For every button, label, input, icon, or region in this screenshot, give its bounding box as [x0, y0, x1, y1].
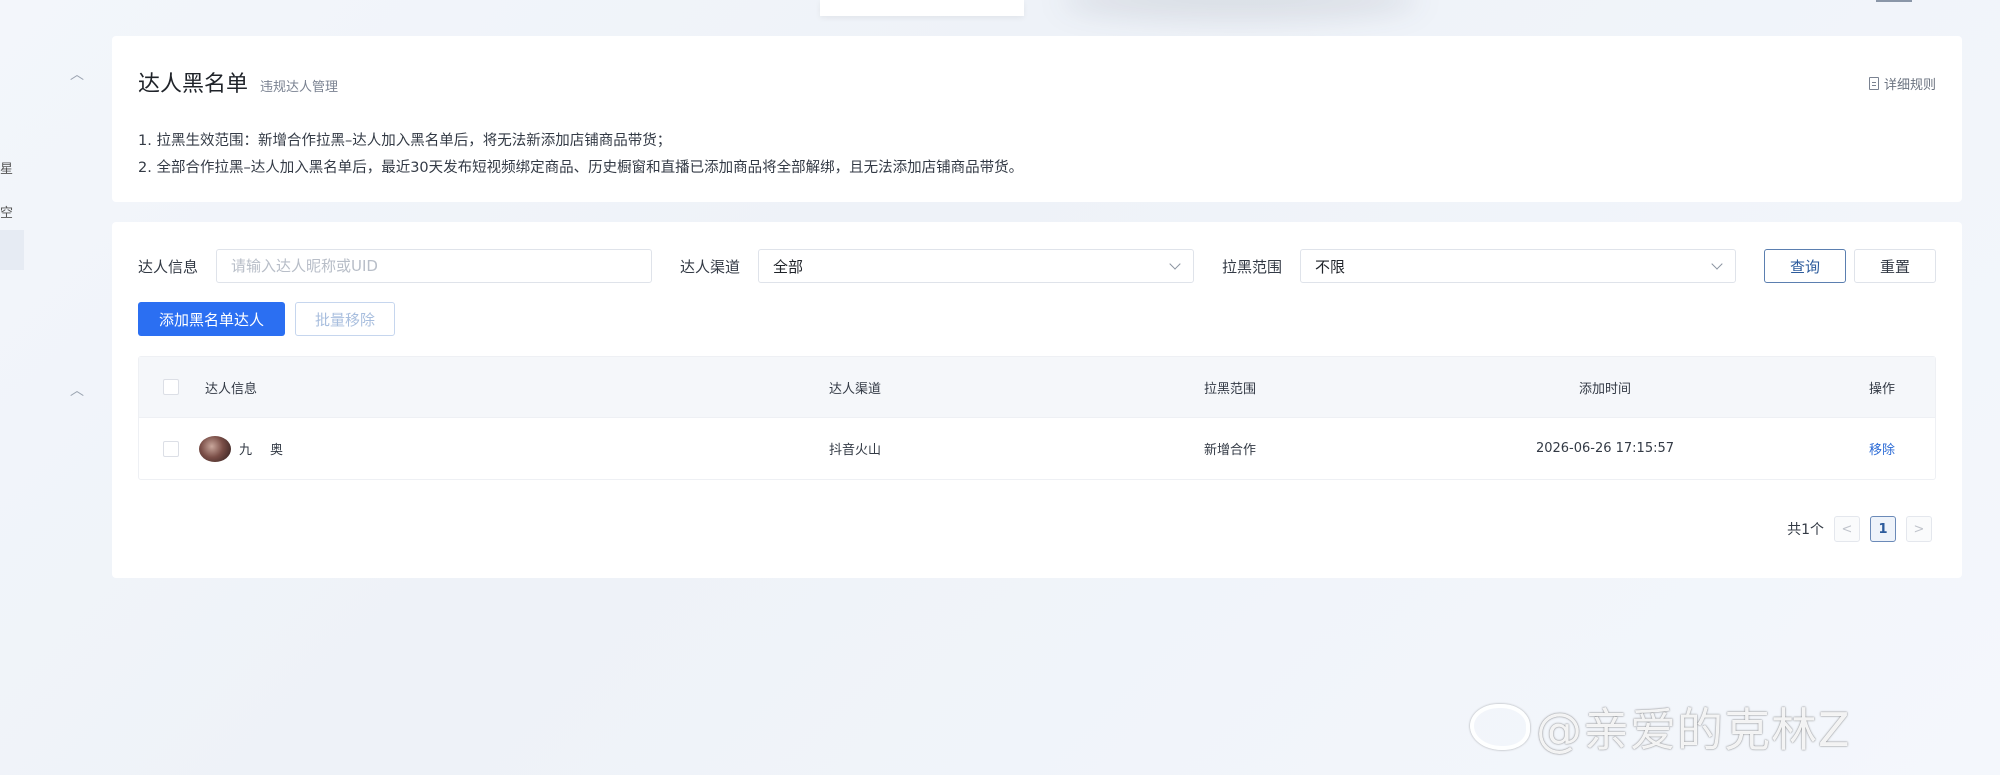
- notice-line-1: 1. 拉黑生效范围：新增合作拉黑–达人加入黑名单后，将无法新添加店铺商品带货；: [138, 133, 672, 149]
- row-name-part1: 九: [239, 443, 253, 458]
- add-blacklist-button[interactable]: 添加黑名单达人: [138, 302, 285, 336]
- chevron-right-icon[interactable]: >: [1906, 516, 1932, 542]
- row-info-cell: 九 奥: [199, 435, 665, 462]
- watermark: @亲爱的克林Z: [1470, 694, 1851, 760]
- notice-text: 1. 拉黑生效范围：新增合作拉黑–达人加入黑名单后，将无法新添加店铺商品带货； …: [138, 128, 1023, 182]
- page-title: 达人黑名单: [138, 72, 249, 97]
- column-header-info: 达人信息: [205, 381, 258, 397]
- sidebar-active-indicator: [0, 230, 24, 270]
- batch-remove-button[interactable]: 批量移除: [295, 302, 395, 336]
- rules-link[interactable]: 详细规则: [1868, 74, 1936, 93]
- chevron-left-icon[interactable]: <: [1834, 516, 1860, 542]
- table-row: 九 奥 抖音火山 新增合作 2026-06-26 17:15:57 移除: [139, 417, 1935, 479]
- header-card: 达人黑名单 违规达人管理 详细规则 1. 拉黑生效范围：新增合作拉黑–达人加入黑…: [112, 36, 1962, 202]
- chevron-up-icon[interactable]: ︿: [70, 68, 84, 82]
- chevron-down-icon: [1711, 258, 1723, 270]
- row-scope: 新增合作: [1203, 443, 1256, 458]
- select-all-checkbox[interactable]: [163, 379, 179, 395]
- watermark-text: @亲爱的克林Z: [1536, 703, 1851, 757]
- notice-line-2: 2. 全部合作拉黑–达人加入黑名单后，最近30天发布短视频绑定商品、历史橱窗和直…: [138, 160, 1024, 176]
- scope-filter-label: 拉黑范围: [1222, 257, 1283, 276]
- column-header-action: 操作: [1868, 381, 1895, 397]
- scope-select[interactable]: 不限: [1300, 249, 1736, 283]
- sidebar-item-partial-1[interactable]: 星: [0, 158, 13, 177]
- title-row: 达人黑名单 违规达人管理: [138, 66, 338, 98]
- table-header: 达人信息 达人渠道 拉黑范围 添加时间 操作: [139, 357, 1935, 417]
- column-header-scope: 拉黑范围: [1203, 381, 1256, 397]
- pagination: 共1个 < 1 >: [1787, 516, 1932, 542]
- weibo-logo-icon: [1470, 704, 1530, 750]
- query-button[interactable]: 查询: [1764, 249, 1846, 283]
- top-popup-remnant: [820, 0, 1024, 16]
- row-time: 2026-06-26 17:15:57: [1535, 441, 1675, 456]
- remove-link[interactable]: 移除: [1869, 443, 1895, 458]
- row-channel: 抖音火山: [828, 443, 881, 458]
- pagination-total: 共1个: [1787, 522, 1824, 538]
- action-bar: 添加黑名单达人 批量移除: [138, 302, 395, 336]
- avatar: [199, 435, 231, 462]
- info-search-input[interactable]: [216, 249, 652, 283]
- channel-select-value: 全部: [773, 257, 804, 276]
- scope-select-value: 不限: [1315, 257, 1346, 276]
- row-action-cell: 移除: [1795, 439, 1935, 458]
- list-card: 达人信息 达人渠道 全部 拉黑范围 不限 查询 重置 添加黑名单达人 批量移除 …: [112, 222, 1962, 578]
- row-name-part2: 奥: [270, 443, 284, 458]
- sidebar-item-partial-2[interactable]: 空: [0, 202, 13, 221]
- document-icon: [1868, 77, 1879, 90]
- chevron-down-icon: [1169, 258, 1181, 270]
- column-header-time: 添加时间: [1578, 381, 1631, 397]
- chevron-up-icon[interactable]: ︿: [70, 384, 84, 398]
- top-shadow-remnant: [1060, 0, 1420, 20]
- rules-link-label: 详细规则: [1883, 78, 1936, 93]
- filter-bar: 达人信息 达人渠道 全部 拉黑范围 不限 查询 重置: [138, 248, 1936, 284]
- page-subtitle: 违规达人管理: [260, 80, 339, 95]
- top-line-remnant: [1876, 0, 1912, 2]
- info-filter-label: 达人信息: [138, 257, 199, 276]
- sidebar: ︿ 星 空 ︿: [0, 0, 110, 775]
- blacklist-table: 达人信息 达人渠道 拉黑范围 添加时间 操作 九 奥 抖音火山 新增合作 202…: [138, 356, 1936, 480]
- reset-button[interactable]: 重置: [1854, 249, 1936, 283]
- column-header-channel: 达人渠道: [828, 381, 881, 397]
- channel-select[interactable]: 全部: [758, 249, 1194, 283]
- page-number-current[interactable]: 1: [1870, 516, 1896, 542]
- row-checkbox[interactable]: [163, 440, 179, 457]
- channel-filter-label: 达人渠道: [680, 257, 741, 276]
